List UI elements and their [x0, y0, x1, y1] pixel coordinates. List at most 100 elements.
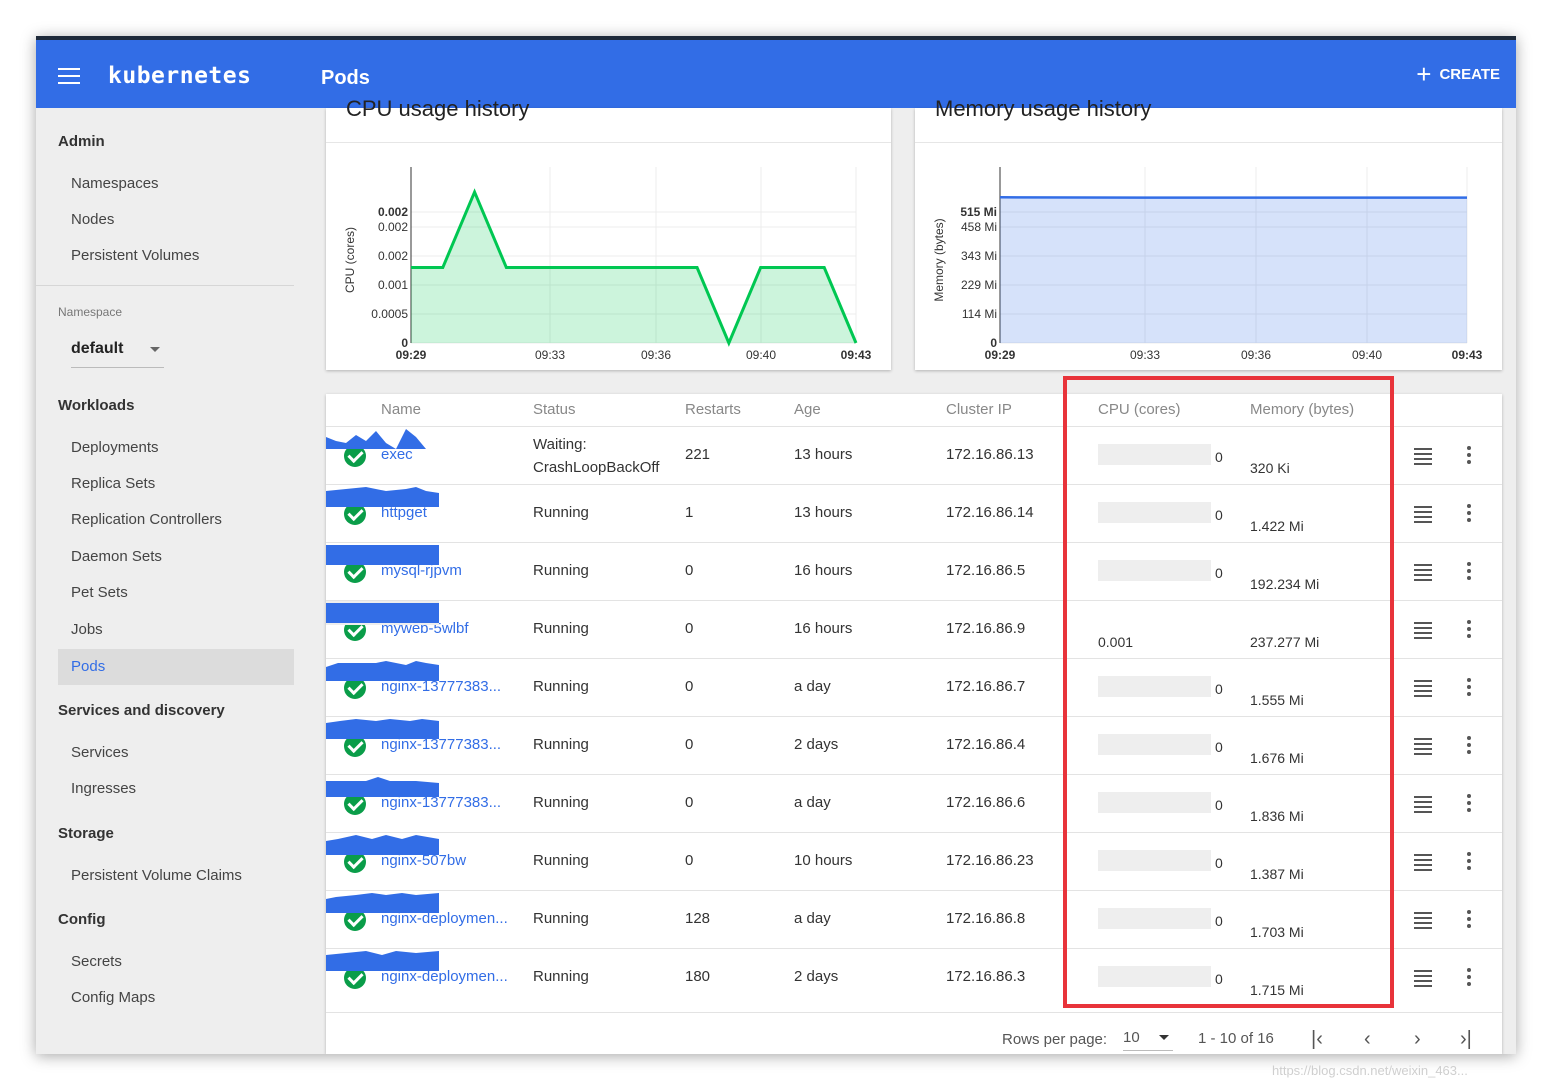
x-tick-label: 09:36: [1241, 348, 1271, 362]
more-vert-icon[interactable]: [1466, 968, 1472, 988]
first-page-icon[interactable]: |‹: [1311, 1029, 1323, 1049]
logs-icon[interactable]: [1414, 622, 1432, 639]
sidebar-section-admin: Admin: [58, 133, 105, 150]
create-button[interactable]: + CREATE: [1416, 61, 1500, 87]
logs-icon[interactable]: [1414, 854, 1432, 871]
column-header-age[interactable]: Age: [794, 401, 821, 418]
logs-icon[interactable]: [1414, 506, 1432, 523]
table-row[interactable]: nginx-13777383... Running 0 a day 172.16.86.…: [326, 658, 1502, 716]
pod-age: 13 hours: [794, 446, 853, 463]
sidebar-item-deployments[interactable]: Deployments: [58, 430, 294, 466]
x-tick-label: 09:36: [641, 348, 671, 362]
column-header-name[interactable]: Name: [381, 401, 421, 418]
table-row[interactable]: myweb-5wlbf Running 0 16 hours 172.16.86.9 0.…: [326, 600, 1502, 658]
sidebar-item-daemon-sets[interactable]: Daemon Sets: [58, 539, 294, 575]
column-header-restarts[interactable]: Restarts: [685, 401, 741, 418]
pod-restarts: 128: [685, 910, 711, 927]
sidebar-item-jobs[interactable]: Jobs: [58, 612, 294, 648]
more-vert-icon[interactable]: [1466, 794, 1472, 814]
page-title: Pods: [321, 67, 370, 89]
table-row[interactable]: nginx-13777383... Running 0 2 days 172.16.86…: [326, 716, 1502, 774]
logs-icon[interactable]: [1414, 738, 1432, 755]
sidebar-item-nodes[interactable]: Nodes: [58, 202, 294, 238]
table-row[interactable]: nginx-13777383... Running 0 a day 172.16.86.…: [326, 774, 1502, 832]
namespace-select[interactable]: default: [71, 330, 164, 368]
table-row[interactable]: nginx-507bw Running 0 10 hours 172.16.86.23 0…: [326, 832, 1502, 890]
next-page-icon[interactable]: ›: [1414, 1029, 1421, 1049]
pod-age: 13 hours: [794, 504, 853, 521]
sidebar-item-services[interactable]: Services: [58, 735, 294, 771]
more-vert-icon[interactable]: [1466, 736, 1472, 756]
pod-status: Running: [533, 504, 589, 521]
pod-status: Running: [533, 910, 589, 927]
column-header-cpu[interactable]: CPU (cores): [1098, 401, 1181, 418]
more-vert-icon[interactable]: [1466, 620, 1472, 640]
pod-age: a day: [794, 678, 831, 695]
sidebar-item-persistent-volumes[interactable]: Persistent Volumes: [58, 238, 294, 274]
x-tick-label: 09:29: [396, 348, 427, 362]
pod-status: Running: [533, 678, 589, 695]
more-vert-icon[interactable]: [1466, 910, 1472, 930]
table-row[interactable]: mysql-rjpvm Running 0 16 hours 172.16.86.5 0 1…: [326, 542, 1502, 600]
x-tick-label: 09:40: [746, 348, 776, 362]
cpu-value: 0: [1215, 565, 1223, 581]
pod-age: 16 hours: [794, 620, 853, 637]
sidebar-item-ingresses[interactable]: Ingresses: [58, 771, 294, 807]
dashboard-window: kubernetes Pods + CREATE Admin Namespace…: [36, 36, 1516, 1054]
memory-value: 1.555 Mi: [1250, 692, 1304, 708]
pod-cluster-ip: 172.16.86.23: [946, 852, 1034, 869]
pod-cluster-ip: 172.16.86.13: [946, 446, 1034, 463]
sidebar-item-persistent-volume-claims[interactable]: Persistent Volume Claims: [58, 858, 294, 894]
y-tick-label: 114 Mi: [962, 307, 997, 321]
table-row[interactable]: exec Waiting: CrashLoopBackOff 221 13 hours…: [326, 426, 1502, 484]
sidebar-item-config-maps[interactable]: Config Maps: [58, 980, 294, 1016]
cpu-bar: [1098, 792, 1211, 813]
more-vert-icon[interactable]: [1466, 852, 1472, 872]
pod-status: Running: [533, 736, 589, 753]
sidebar-item-pet-sets[interactable]: Pet Sets: [58, 575, 294, 611]
cpu-bar: [1098, 734, 1211, 755]
logs-icon[interactable]: [1414, 564, 1432, 581]
brand-logo[interactable]: kubernetes: [108, 63, 251, 89]
menu-icon[interactable]: [58, 68, 80, 84]
memory-sparkline: [326, 951, 439, 971]
last-page-icon[interactable]: ›|: [1460, 1029, 1472, 1049]
memory-sparkline: [326, 777, 439, 797]
memory-usage-card: Memory usage history 09:29 09:33 09:36 09:4…: [915, 96, 1502, 370]
memory-value: 320 Ki: [1250, 460, 1290, 476]
memory-value: 192.234 Mi: [1250, 576, 1320, 592]
more-vert-icon[interactable]: [1466, 562, 1472, 582]
cpu-value: 0: [1215, 681, 1223, 697]
more-vert-icon[interactable]: [1466, 446, 1472, 466]
table-row[interactable]: nginx-deploymen... Running 128 a day 172.16.…: [326, 890, 1502, 948]
rows-per-page-value: 10: [1123, 1029, 1140, 1046]
y-tick-label: 229 Mi: [961, 278, 997, 292]
memory-value: 1.703 Mi: [1250, 924, 1304, 940]
logs-icon[interactable]: [1414, 796, 1432, 813]
y-tick-label: 0.001: [378, 278, 408, 292]
pod-cluster-ip: 172.16.86.4: [946, 736, 1026, 753]
pod-age: 16 hours: [794, 562, 853, 579]
logs-icon[interactable]: [1414, 912, 1432, 929]
logs-icon[interactable]: [1414, 680, 1432, 697]
memory-value: 1.387 Mi: [1250, 866, 1304, 882]
previous-page-icon[interactable]: ‹: [1364, 1029, 1371, 1049]
sidebar-item-namespaces[interactable]: Namespaces: [58, 166, 294, 202]
more-vert-icon[interactable]: [1466, 678, 1472, 698]
pod-age: 2 days: [794, 736, 839, 753]
sidebar-item-replica-sets[interactable]: Replica Sets: [58, 466, 294, 502]
sidebar-item-secrets[interactable]: Secrets: [58, 944, 294, 980]
sidebar-item-replication-controllers[interactable]: Replication Controllers: [58, 502, 294, 538]
logs-icon[interactable]: [1414, 448, 1432, 465]
column-header-cluster-ip[interactable]: Cluster IP: [946, 401, 1012, 418]
column-header-memory[interactable]: Memory (bytes): [1250, 401, 1354, 418]
rows-per-page-select[interactable]: 10: [1123, 1025, 1173, 1051]
logs-icon[interactable]: [1414, 970, 1432, 987]
table-row[interactable]: httpget Running 1 13 hours 172.16.86.14 0 1.42…: [326, 484, 1502, 542]
column-header-status[interactable]: Status: [533, 401, 576, 418]
sidebar-divider: [36, 285, 294, 286]
more-vert-icon[interactable]: [1466, 504, 1472, 524]
y-tick-label: 0: [401, 336, 408, 350]
table-row[interactable]: nginx-deploymen... Running 180 2 days 172.16…: [326, 948, 1502, 1006]
sidebar-item-pods[interactable]: Pods: [58, 649, 294, 685]
